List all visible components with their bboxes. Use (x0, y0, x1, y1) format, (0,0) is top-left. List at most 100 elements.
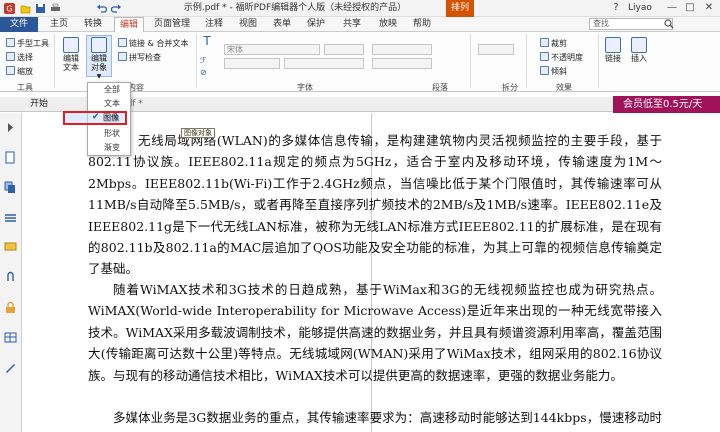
font-size-select[interactable] (324, 44, 364, 55)
spellcheck-label: 拼写检查 (129, 53, 161, 62)
dropdown-item-shape[interactable]: 形状 (104, 129, 120, 140)
select-tool-button[interactable]: 选择 (6, 52, 33, 63)
lock-icon[interactable] (4, 301, 17, 314)
group-tools-label: 工具 (17, 83, 33, 92)
dropdown-item-all[interactable]: 全部 (104, 85, 120, 96)
layers-icon[interactable] (4, 181, 17, 194)
minimize-button[interactable]: — (664, 1, 680, 15)
group-effects-label: 效果 (556, 83, 572, 92)
search-icon[interactable] (664, 19, 674, 29)
dropdown-checked-label[interactable]: 图像 (103, 113, 119, 123)
zoom-tool-button[interactable]: 缩放 (6, 66, 33, 77)
window-title: 示例.pdf * - 福昕PDF编辑器个人版（未经授权的产品） (183, 3, 407, 13)
font-style-icon[interactable]: ℱ (200, 56, 206, 67)
insert-label: 插入 (631, 54, 647, 63)
crop-label: 裁剪 (551, 39, 567, 48)
tab-edit[interactable]: 编辑 (114, 17, 144, 32)
group-font-label: 字体 (297, 83, 313, 92)
attachment-icon[interactable] (4, 271, 17, 284)
tab-comment[interactable]: 注释 (202, 17, 226, 32)
insert-icon (631, 37, 647, 53)
spellcheck-button[interactable]: 拼写检查 (118, 52, 161, 63)
dropdown-item-text[interactable]: 文本 (104, 99, 120, 110)
stack-icon[interactable] (4, 211, 17, 224)
edit-text-label: 编辑 文本 (63, 54, 79, 72)
left-sidebar (0, 113, 22, 432)
paragraph-spacing-bar[interactable] (372, 58, 432, 69)
link-merge-button[interactable]: 链接 & 合并文本 (118, 38, 188, 49)
page-thumbnail-icon[interactable] (4, 151, 17, 164)
split-tool[interactable] (478, 44, 514, 55)
paragraph-align-bar[interactable] (372, 44, 432, 55)
crop-icon (540, 38, 549, 47)
cursor-icon (6, 52, 15, 61)
edit-object-button[interactable]: 编辑 对象 ▼ (86, 35, 112, 80)
redo-icon[interactable] (111, 3, 122, 14)
tab-file[interactable]: 文件 (0, 17, 38, 32)
link-icon (605, 37, 621, 53)
skew-button[interactable]: 倾斜 (540, 66, 567, 77)
tab-protect[interactable]: 保护 (304, 17, 328, 32)
opacity-label: 不透明度 (551, 53, 583, 62)
signature-icon[interactable] (4, 361, 17, 374)
help-button[interactable]: ? (608, 1, 624, 15)
search-input[interactable]: 查找 (589, 18, 673, 30)
text-style-bar[interactable] (284, 58, 364, 69)
app-logo-icon: G (4, 3, 15, 14)
svg-text:G: G (6, 5, 12, 14)
link-icon (118, 38, 127, 47)
group-paragraph-label: 段落 (432, 83, 448, 92)
tab-form[interactable]: 表单 (270, 17, 294, 32)
maximize-button[interactable]: □ (682, 1, 698, 15)
tab-help[interactable]: 帮助 (410, 17, 434, 32)
font-color-select[interactable] (224, 58, 280, 69)
tab-share[interactable]: 共享 (340, 17, 364, 32)
promo-banner[interactable]: 会员低至0.5元/天 (613, 96, 720, 113)
edit-text-icon (63, 37, 79, 53)
skew-icon (540, 66, 549, 75)
crop-button[interactable]: 裁剪 (540, 38, 567, 49)
link-label: 链接 (605, 54, 621, 63)
tooltip: 图像对象 (181, 128, 215, 138)
tab-start-page[interactable]: 开始 (30, 97, 48, 112)
table-icon[interactable] (4, 331, 17, 344)
group-split-label: 拆分 (502, 83, 518, 92)
checkmark-icon: ✔ (92, 112, 100, 122)
text-effects-icon[interactable]: ⊘ (200, 68, 207, 79)
edit-object-label: 编辑 对象 (91, 54, 107, 72)
link-button[interactable]: 链接 (602, 37, 624, 63)
tab-slideshow[interactable]: 放映 (376, 17, 400, 32)
tab-convert[interactable]: 转换 (80, 17, 106, 32)
tab-page-management[interactable]: 页面管理 (150, 17, 194, 32)
close-button[interactable]: ✕ (701, 1, 717, 15)
undo-icon[interactable] (96, 3, 107, 14)
zoom-icon (6, 66, 15, 75)
divider (196, 34, 197, 88)
context-tab-arrange[interactable]: 排列 (446, 0, 474, 17)
document-paragraph[interactable]: 多媒体业务是3G数据业务的重点，其传输速率要求为：高速移动时能够达到144kbp… (88, 407, 662, 432)
font-family-select[interactable]: 宋体 (224, 44, 320, 55)
hand-tool-label: 手型工具 (17, 39, 49, 48)
insert-button[interactable]: 插入 (628, 37, 650, 63)
edit-text-button[interactable]: 编辑 文本 (58, 37, 84, 72)
tab-view[interactable]: 视图 (236, 17, 260, 32)
hand-icon (6, 38, 15, 47)
open-icon[interactable] (20, 3, 31, 14)
opacity-icon (540, 52, 549, 61)
document-paragraph[interactable]: 随着WiMAX技术和3G技术的日趋成熟，基于WiMax和3G的无线视频监控也成为… (88, 279, 662, 386)
user-name[interactable]: Liyao (628, 2, 662, 15)
tab-home[interactable]: 主页 (46, 17, 72, 32)
edit-object-icon (91, 37, 107, 53)
select-tool-label: 选择 (17, 53, 33, 62)
text-format-icon[interactable]: T (200, 35, 214, 47)
comments-icon[interactable] (4, 241, 17, 254)
collapse-arrow-icon[interactable] (4, 121, 17, 134)
dropdown-item-gradient[interactable]: 渐变 (104, 143, 120, 154)
chevron-down-icon: ▼ (96, 73, 102, 80)
print-icon[interactable] (50, 3, 61, 14)
opacity-button[interactable]: 不透明度 (540, 52, 583, 63)
document-paragraph[interactable]: 无线局域网络(WLAN)的多媒体信息传输，是构建建筑物内灵活视频监控的主要手段，… (88, 130, 662, 280)
hand-tool-button[interactable]: 手型工具 (6, 38, 49, 49)
save-icon[interactable] (35, 3, 46, 14)
divider (526, 34, 527, 88)
